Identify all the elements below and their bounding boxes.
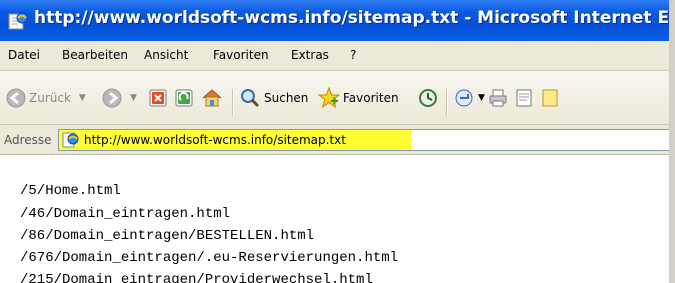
- page-content: /5/Home.html /46/Domain_eintragen.html /…: [0, 155, 675, 283]
- edit-button[interactable]: [514, 88, 534, 108]
- mail-button[interactable]: ▼: [454, 88, 485, 108]
- address-label: Adresse: [4, 133, 52, 147]
- print-button[interactable]: [488, 88, 508, 108]
- menu-datei[interactable]: Datei: [8, 48, 40, 62]
- discuss-button[interactable]: [540, 88, 560, 108]
- forward-arrow-icon: [102, 88, 122, 108]
- mail-icon: [455, 89, 473, 107]
- back-dropdown-icon[interactable]: ▼: [79, 93, 86, 103]
- menu-extras[interactable]: Extras: [291, 48, 329, 62]
- sitemap-line: /5/Home.html: [20, 183, 121, 199]
- home-button[interactable]: [200, 86, 224, 110]
- address-url: http://www.worldsoft-wcms.info/sitemap.t…: [84, 133, 346, 147]
- window-frame-edge: [669, 0, 675, 283]
- sitemap-line: /86/Domain_eintragen/BESTELLEN.html: [20, 228, 315, 244]
- menu-ansicht[interactable]: Ansicht: [144, 48, 188, 62]
- favorites-label: Favoriten: [343, 91, 399, 105]
- history-button[interactable]: [418, 88, 438, 108]
- print-icon: [489, 89, 507, 107]
- menu-bar: Datei Bearbeiten Ansicht Favoriten Extra…: [0, 41, 675, 71]
- history-icon: [419, 89, 437, 107]
- menu-help[interactable]: ?: [350, 48, 356, 62]
- back-label: Zurück: [29, 91, 71, 105]
- refresh-icon: [175, 89, 193, 107]
- toolbar: Zurück ▼ ▼ Suchen Favoriten ▼: [0, 71, 675, 125]
- sitemap-line: /46/Domain_eintragen.html: [20, 206, 231, 222]
- sitemap-line: /676/Domain_eintragen/.eu-Reservierungen…: [20, 250, 399, 266]
- sitemap-line: /215/Domain_eintragen/Providerwechsel.ht…: [20, 272, 373, 283]
- refresh-button[interactable]: [174, 88, 194, 108]
- home-icon: [202, 89, 222, 107]
- stop-icon: [149, 89, 167, 107]
- search-icon: [241, 89, 260, 108]
- address-input[interactable]: http://www.worldsoft-wcms.info/sitemap.t…: [58, 129, 672, 151]
- title-bar[interactable]: http://www.worldsoft-wcms.info/sitemap.t…: [0, 0, 675, 41]
- window-title: http://www.worldsoft-wcms.info/sitemap.t…: [34, 8, 675, 28]
- search-label: Suchen: [264, 91, 309, 105]
- menu-bearbeiten[interactable]: Bearbeiten: [62, 48, 128, 62]
- browser-window: http://www.worldsoft-wcms.info/sitemap.t…: [0, 0, 675, 283]
- stop-button[interactable]: [148, 88, 168, 108]
- favorites-star-icon: [318, 87, 340, 109]
- edit-page-icon: [516, 89, 532, 107]
- ie-page-icon: [8, 11, 28, 31]
- menu-favoriten[interactable]: Favoriten: [213, 48, 269, 62]
- address-bar: Adresse http://www.worldsoft-wcms.info/s…: [0, 125, 675, 155]
- note-icon: [542, 89, 558, 107]
- forward-button[interactable]: ▼: [102, 88, 137, 108]
- back-arrow-icon: [6, 88, 26, 108]
- forward-dropdown-icon[interactable]: ▼: [130, 93, 137, 103]
- ie-page-icon: [62, 132, 79, 148]
- search-button[interactable]: Suchen: [240, 88, 308, 108]
- favorites-button[interactable]: Favoriten: [318, 87, 399, 109]
- mail-dropdown-icon[interactable]: ▼: [478, 93, 485, 103]
- back-button[interactable]: Zurück ▼: [6, 88, 86, 108]
